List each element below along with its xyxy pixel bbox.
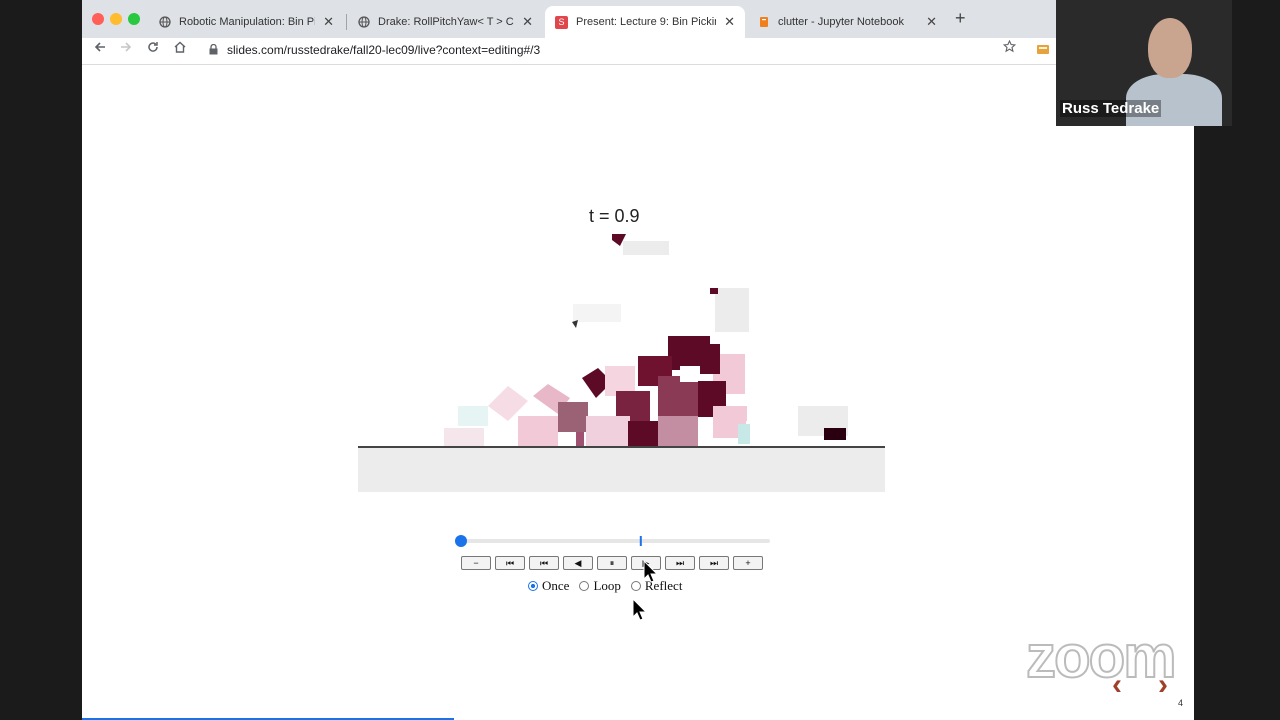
globe-icon [158, 16, 171, 29]
play-reverse-button[interactable]: ◀ [563, 556, 593, 570]
slide-number: 4 [1178, 698, 1184, 708]
slides-icon: S [555, 15, 568, 29]
playback-mode-group: Once Loop Reflect [528, 578, 692, 594]
close-window-button[interactable] [92, 13, 104, 25]
pile-object [576, 432, 584, 446]
falling-object [710, 288, 718, 294]
pile-object [658, 416, 698, 446]
bookmark-star-icon[interactable] [1002, 39, 1017, 57]
slide-canvas: t = 0.9 − ⏮ ⏮︎ ◀ ⏸ ⏭︎ ⏭ + Once Loop Refl… [82, 66, 1056, 720]
mouse-cursor-icon [632, 598, 648, 621]
tab-title: Present: Lecture 9: Bin Picking [576, 16, 717, 28]
jupyter-icon [757, 16, 770, 29]
tab-title: Robotic Manipulation: Bin Picki [179, 16, 316, 28]
falling-object [715, 288, 749, 332]
pile-object [628, 421, 658, 447]
participant-head [1148, 18, 1192, 78]
falling-object [623, 241, 669, 255]
time-slider[interactable] [454, 534, 772, 548]
tab-bar: Robotic Manipulation: Bin Picki ✕ Drake:… [82, 0, 1056, 38]
new-tab-button[interactable]: + [955, 8, 966, 29]
maximize-window-button[interactable] [128, 13, 140, 25]
mode-once-label: Once [542, 578, 570, 593]
slower-button[interactable]: − [461, 556, 491, 570]
pile-object [458, 406, 488, 426]
falling-object [573, 304, 621, 322]
pile-object [444, 428, 484, 446]
last-frame-button[interactable]: ⏭ [699, 556, 729, 570]
close-tab-icon[interactable]: ✕ [323, 14, 334, 30]
tab-title: Drake: RollPitchYaw< T > Clas [378, 16, 515, 28]
close-tab-icon[interactable]: ✕ [724, 14, 735, 30]
minimize-window-button[interactable] [110, 13, 122, 25]
radio-once[interactable] [528, 581, 538, 591]
previous-frame-button[interactable]: ⏮︎ [529, 556, 559, 570]
home-icon[interactable] [174, 40, 186, 57]
browser-toolbar: slides.com/russtedrake/fall20-lec09/live… [82, 38, 1056, 65]
slider-progress-marker [639, 536, 642, 546]
slider-thumb [455, 535, 467, 547]
participant-video: Russ Tedrake [1056, 0, 1232, 126]
tab-robotic-manipulation[interactable]: Robotic Manipulation: Bin Picki ✕ [148, 6, 344, 38]
tab-present-lecture-9[interactable]: S Present: Lecture 9: Bin Picking ✕ [545, 6, 745, 38]
back-arrow-icon[interactable] [94, 40, 106, 57]
object-pile [444, 336, 848, 451]
pile-object [488, 386, 528, 421]
tab-clutter-jupyter[interactable]: clutter - Jupyter Notebook ✕ [747, 6, 947, 38]
participant-name: Russ Tedrake [1060, 100, 1162, 117]
extension-icon[interactable] [1036, 42, 1050, 59]
pile-object [824, 428, 846, 440]
address-bar[interactable]: slides.com/russtedrake/fall20-lec09/live… [227, 43, 540, 57]
falling-objects [572, 234, 749, 332]
tab-title: clutter - Jupyter Notebook [778, 16, 904, 28]
previous-slide-arrow-icon[interactable]: ‹ [1112, 668, 1122, 702]
pile-object [680, 366, 700, 382]
faster-button[interactable]: + [733, 556, 763, 570]
mouse-cursor-icon [643, 560, 659, 583]
pile-object [518, 416, 558, 446]
reload-icon[interactable] [147, 40, 159, 57]
mode-loop-label: Loop [593, 578, 621, 593]
radio-loop[interactable] [579, 581, 590, 591]
slider-track [460, 539, 770, 543]
pile-object [738, 424, 750, 444]
browser-window: Robotic Manipulation: Bin Picki ✕ Drake:… [82, 0, 1056, 720]
falling-object [572, 320, 578, 328]
mode-loop[interactable]: Loop [579, 578, 621, 594]
next-frame-button[interactable]: ⏭︎ [665, 556, 695, 570]
pause-button[interactable]: ⏸ [597, 556, 627, 570]
lock-icon [209, 42, 218, 59]
first-frame-button[interactable]: ⏮ [495, 556, 525, 570]
next-slide-arrow-icon[interactable]: › [1158, 668, 1168, 702]
radio-reflect[interactable] [630, 581, 641, 591]
pile-object [558, 402, 588, 432]
pile-object [586, 416, 630, 446]
pile-object [698, 344, 720, 374]
close-tab-icon[interactable]: ✕ [522, 14, 533, 30]
forward-arrow-icon[interactable] [120, 40, 132, 57]
close-tab-icon[interactable]: ✕ [926, 14, 937, 30]
tab-drake-rollpitchyaw[interactable]: Drake: RollPitchYaw< T > Clas ✕ [347, 6, 543, 38]
ground-plane [358, 446, 885, 492]
zoom-watermark: zoom [1025, 622, 1178, 691]
globe-icon [357, 16, 370, 29]
mode-once[interactable]: Once [528, 578, 569, 594]
